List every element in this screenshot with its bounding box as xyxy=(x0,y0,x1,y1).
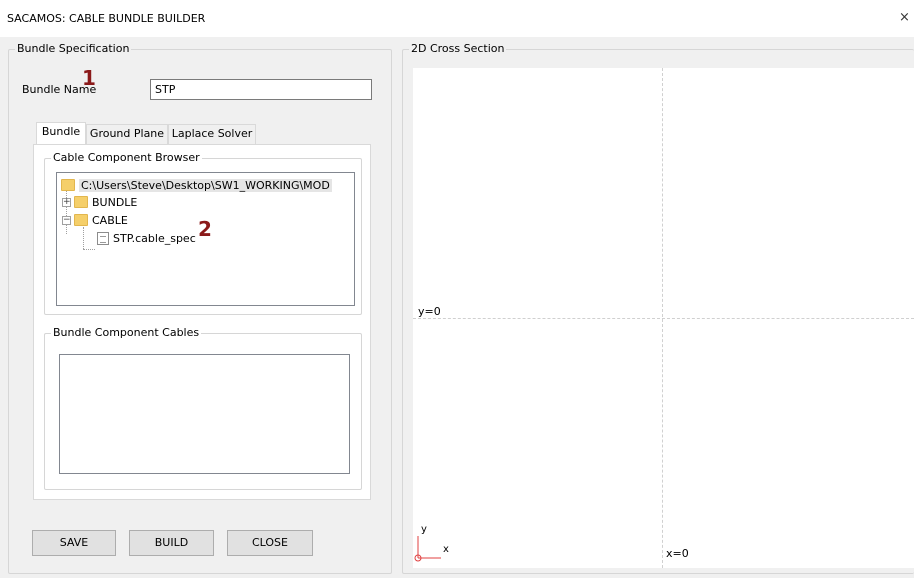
cross-section-canvas[interactable]: y=0 x=0 y x xyxy=(413,68,914,568)
tab-ground-plane[interactable]: Ground Plane xyxy=(86,124,168,144)
tree-item-root-label: C:\Users\Steve\Desktop\SW1_WORKING\MOD xyxy=(79,178,332,192)
annotation-marker-2: 2 xyxy=(198,217,212,241)
tree-guide-line xyxy=(83,249,95,250)
tree-guide-line xyxy=(83,227,84,249)
tree-item-root[interactable]: C:\Users\Steve\Desktop\SW1_WORKING\MOD xyxy=(61,177,332,193)
axis-icon-x-label: x xyxy=(443,544,449,555)
folder-icon xyxy=(74,214,88,226)
y-zero-label: y=0 xyxy=(418,305,441,318)
bundle-specification-legend: Bundle Specification xyxy=(15,42,132,56)
tree-item-bundle[interactable]: + BUNDLE xyxy=(62,194,137,210)
axis-origin-icon: y x xyxy=(413,524,453,564)
bundle-component-cables-list[interactable] xyxy=(59,354,350,474)
tab-bundle[interactable]: Bundle xyxy=(36,122,86,144)
tree-item-stp-cable-spec[interactable]: STP.cable_spec xyxy=(97,230,196,246)
annotation-marker-1: 1 xyxy=(82,66,96,90)
file-icon xyxy=(97,231,109,245)
title-bar: SACAMOS: CABLE BUNDLE BUILDER × xyxy=(0,0,914,38)
close-icon[interactable]: × xyxy=(899,10,910,25)
cable-component-browser-legend: Cable Component Browser xyxy=(51,151,202,165)
folder-icon xyxy=(74,196,88,208)
tree-item-cable-label: CABLE xyxy=(92,213,128,227)
tab-laplace-solver[interactable]: Laplace Solver xyxy=(168,124,256,144)
y-zero-axis-line xyxy=(413,318,914,319)
x-zero-label: x=0 xyxy=(666,547,689,560)
tree-item-stp-cable-spec-label: STP.cable_spec xyxy=(113,231,196,245)
cross-section-legend: 2D Cross Section xyxy=(409,42,507,56)
build-button[interactable]: BUILD xyxy=(129,530,214,556)
tree-item-bundle-label: BUNDLE xyxy=(92,195,138,209)
bundle-name-input[interactable] xyxy=(150,79,372,100)
axis-icon-y-label: y xyxy=(421,524,427,535)
expand-icon[interactable]: + xyxy=(62,197,71,207)
window-title: SACAMOS: CABLE BUNDLE BUILDER xyxy=(7,12,206,25)
tree-item-cable[interactable]: − CABLE xyxy=(62,212,128,228)
bundle-tabs: Bundle Ground Plane Laplace Solver xyxy=(36,122,366,144)
bundle-component-cables-legend: Bundle Component Cables xyxy=(51,326,202,340)
save-button[interactable]: SAVE xyxy=(32,530,116,556)
close-button[interactable]: CLOSE xyxy=(227,530,313,556)
folder-icon xyxy=(61,179,75,191)
collapse-icon[interactable]: − xyxy=(62,215,71,225)
